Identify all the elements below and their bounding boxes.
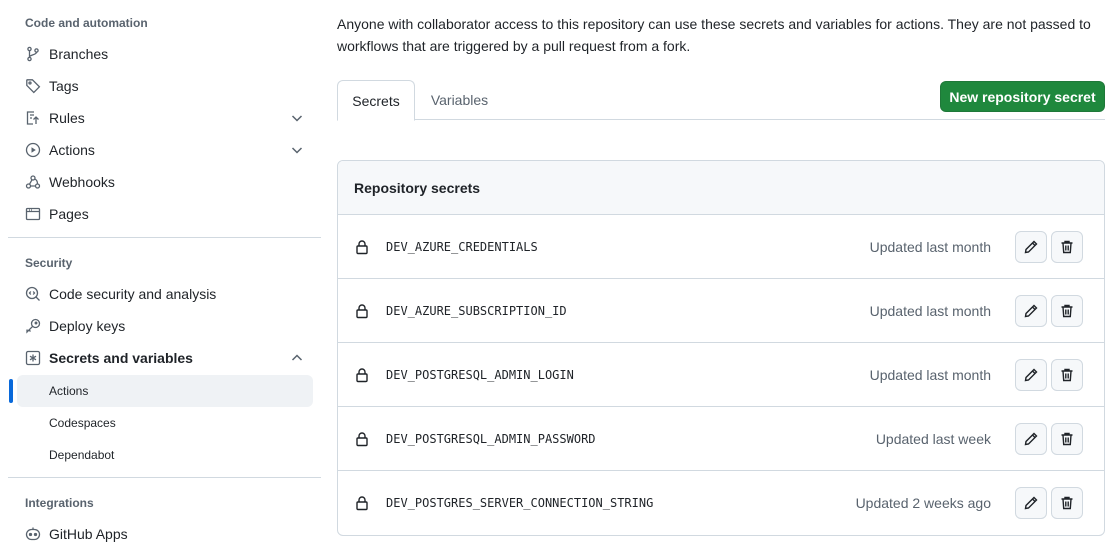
sidebar-item-pages[interactable]: Pages — [17, 198, 313, 230]
settings-sidebar: Code and automation Branches Tags Rules … — [0, 0, 322, 555]
sidebar-divider — [8, 237, 321, 238]
pencil-icon — [1023, 303, 1039, 319]
secret-actions — [1015, 422, 1083, 455]
rules-icon — [25, 110, 41, 126]
secret-actions — [1015, 487, 1083, 519]
sidebar-item-label: Webhooks — [49, 174, 115, 190]
secret-updated: Updated last month — [869, 302, 991, 319]
sidebar-item-tags[interactable]: Tags — [17, 70, 313, 102]
sidebar-item-label: Tags — [49, 78, 79, 94]
section-title-integrations: Integrations — [25, 496, 94, 510]
sidebar-item-label: Branches — [49, 46, 109, 62]
secret-name: DEV_POSTGRES_SERVER_CONNECTION_STRING — [386, 496, 654, 510]
pencil-icon — [1023, 239, 1039, 255]
sidebar-item-deploy-keys[interactable]: Deploy keys — [17, 310, 313, 342]
chevron-up-icon[interactable] — [289, 350, 305, 366]
webhook-icon — [25, 174, 41, 190]
key-icon — [25, 318, 41, 334]
git-branch-icon — [25, 46, 41, 62]
new-repository-secret-button[interactable]: New repository secret — [940, 81, 1105, 112]
trash-icon — [1059, 367, 1075, 383]
secret-updated: Updated last week — [875, 430, 991, 447]
tab-variables[interactable]: Variables — [417, 80, 502, 120]
sidebar-item-rules[interactable]: Rules — [17, 102, 313, 134]
sidebar-subitem-codespaces[interactable]: Codespaces — [17, 407, 313, 439]
section-title-security: Security — [25, 256, 73, 270]
sidebar-item-branches[interactable]: Branches — [17, 38, 313, 70]
sidebar-item-webhooks[interactable]: Webhooks — [17, 166, 313, 198]
delete-secret-button[interactable] — [1051, 230, 1083, 263]
sidebar-item-github-apps[interactable]: GitHub Apps — [17, 518, 313, 550]
pencil-icon — [1023, 367, 1039, 383]
sidebar-subitem-label: Actions — [49, 384, 89, 398]
pencil-icon — [1023, 495, 1039, 511]
secret-actions — [1015, 230, 1083, 263]
sidebar-divider — [8, 477, 321, 478]
secret-actions — [1015, 358, 1083, 391]
secrets-box-header: Repository secrets — [338, 161, 1104, 215]
trash-icon — [1059, 303, 1075, 319]
edit-secret-button[interactable] — [1015, 230, 1047, 263]
repository-secrets-box: Repository secrets DEV_AZURE_CREDENTIALS… — [337, 160, 1105, 536]
lock-icon — [354, 431, 370, 447]
secret-updated: Updated last month — [869, 238, 991, 255]
lock-icon — [354, 367, 370, 383]
codescan-icon — [25, 286, 41, 302]
trash-icon — [1059, 431, 1075, 447]
active-indicator — [9, 379, 13, 403]
sidebar-item-label: Pages — [49, 206, 89, 222]
tab-secrets[interactable]: Secrets — [337, 80, 415, 121]
secret-updated: Updated last month — [869, 366, 991, 383]
secret-row: DEV_AZURE_SUBSCRIPTION_ID Updated last m… — [338, 279, 1104, 343]
sidebar-item-label: Code security and analysis — [49, 286, 217, 302]
secret-name: DEV_AZURE_SUBSCRIPTION_ID — [386, 303, 567, 318]
secret-row: DEV_POSTGRES_SERVER_CONNECTION_STRING Up… — [338, 471, 1104, 535]
edit-secret-button[interactable] — [1015, 358, 1047, 391]
edit-secret-button[interactable] — [1015, 294, 1047, 327]
secret-actions — [1015, 294, 1083, 327]
sidebar-item-label: Actions — [49, 142, 95, 158]
secret-row: DEV_POSTGRESQL_ADMIN_LOGIN Updated last … — [338, 343, 1104, 407]
sidebar-subitem-label: Codespaces — [49, 416, 116, 430]
sidebar-item-secrets-and-variables[interactable]: Secrets and variables — [17, 342, 313, 374]
edit-secret-button[interactable] — [1015, 487, 1047, 519]
chevron-down-icon[interactable] — [289, 110, 305, 126]
secret-name: DEV_POSTGRESQL_ADMIN_PASSWORD — [386, 431, 596, 446]
delete-secret-button[interactable] — [1051, 358, 1083, 391]
sidebar-item-code-security[interactable]: Code security and analysis — [17, 278, 313, 310]
sidebar-item-label: Rules — [49, 110, 85, 126]
sidebar-item-label: Secrets and variables — [49, 350, 193, 366]
chevron-down-icon[interactable] — [289, 142, 305, 158]
sidebar-subitem-dependabot[interactable]: Dependabot — [17, 439, 313, 471]
delete-secret-button[interactable] — [1051, 294, 1083, 327]
sidebar-subitem-actions[interactable]: Actions — [17, 375, 313, 407]
play-icon — [25, 142, 41, 158]
secret-name: DEV_POSTGRESQL_ADMIN_LOGIN — [386, 367, 574, 382]
secret-updated: Updated 2 weeks ago — [855, 495, 991, 511]
trash-icon — [1059, 495, 1075, 511]
lock-icon — [354, 239, 370, 255]
sidebar-item-label: GitHub Apps — [49, 526, 128, 542]
tag-icon — [25, 78, 41, 94]
sidebar-subitem-label: Dependabot — [49, 448, 115, 462]
browser-icon — [25, 206, 41, 222]
sidebar-item-label: Deploy keys — [49, 318, 126, 334]
asterisk-box-icon — [25, 350, 41, 366]
secret-name: DEV_AZURE_CREDENTIALS — [386, 239, 538, 254]
secret-row: DEV_AZURE_CREDENTIALS Updated last month — [338, 215, 1104, 279]
section-title-code-automation: Code and automation — [25, 16, 148, 30]
lock-icon — [354, 495, 370, 511]
delete-secret-button[interactable] — [1051, 487, 1083, 519]
lock-icon — [354, 303, 370, 319]
pencil-icon — [1023, 431, 1039, 447]
apps-icon — [25, 526, 41, 542]
delete-secret-button[interactable] — [1051, 422, 1083, 455]
secret-row: DEV_POSTGRESQL_ADMIN_PASSWORD Updated la… — [338, 407, 1104, 471]
edit-secret-button[interactable] — [1015, 422, 1047, 455]
trash-icon — [1059, 239, 1075, 255]
intro-text: Anyone with collaborator access to this … — [337, 16, 1091, 54]
sidebar-item-actions[interactable]: Actions — [17, 134, 313, 166]
